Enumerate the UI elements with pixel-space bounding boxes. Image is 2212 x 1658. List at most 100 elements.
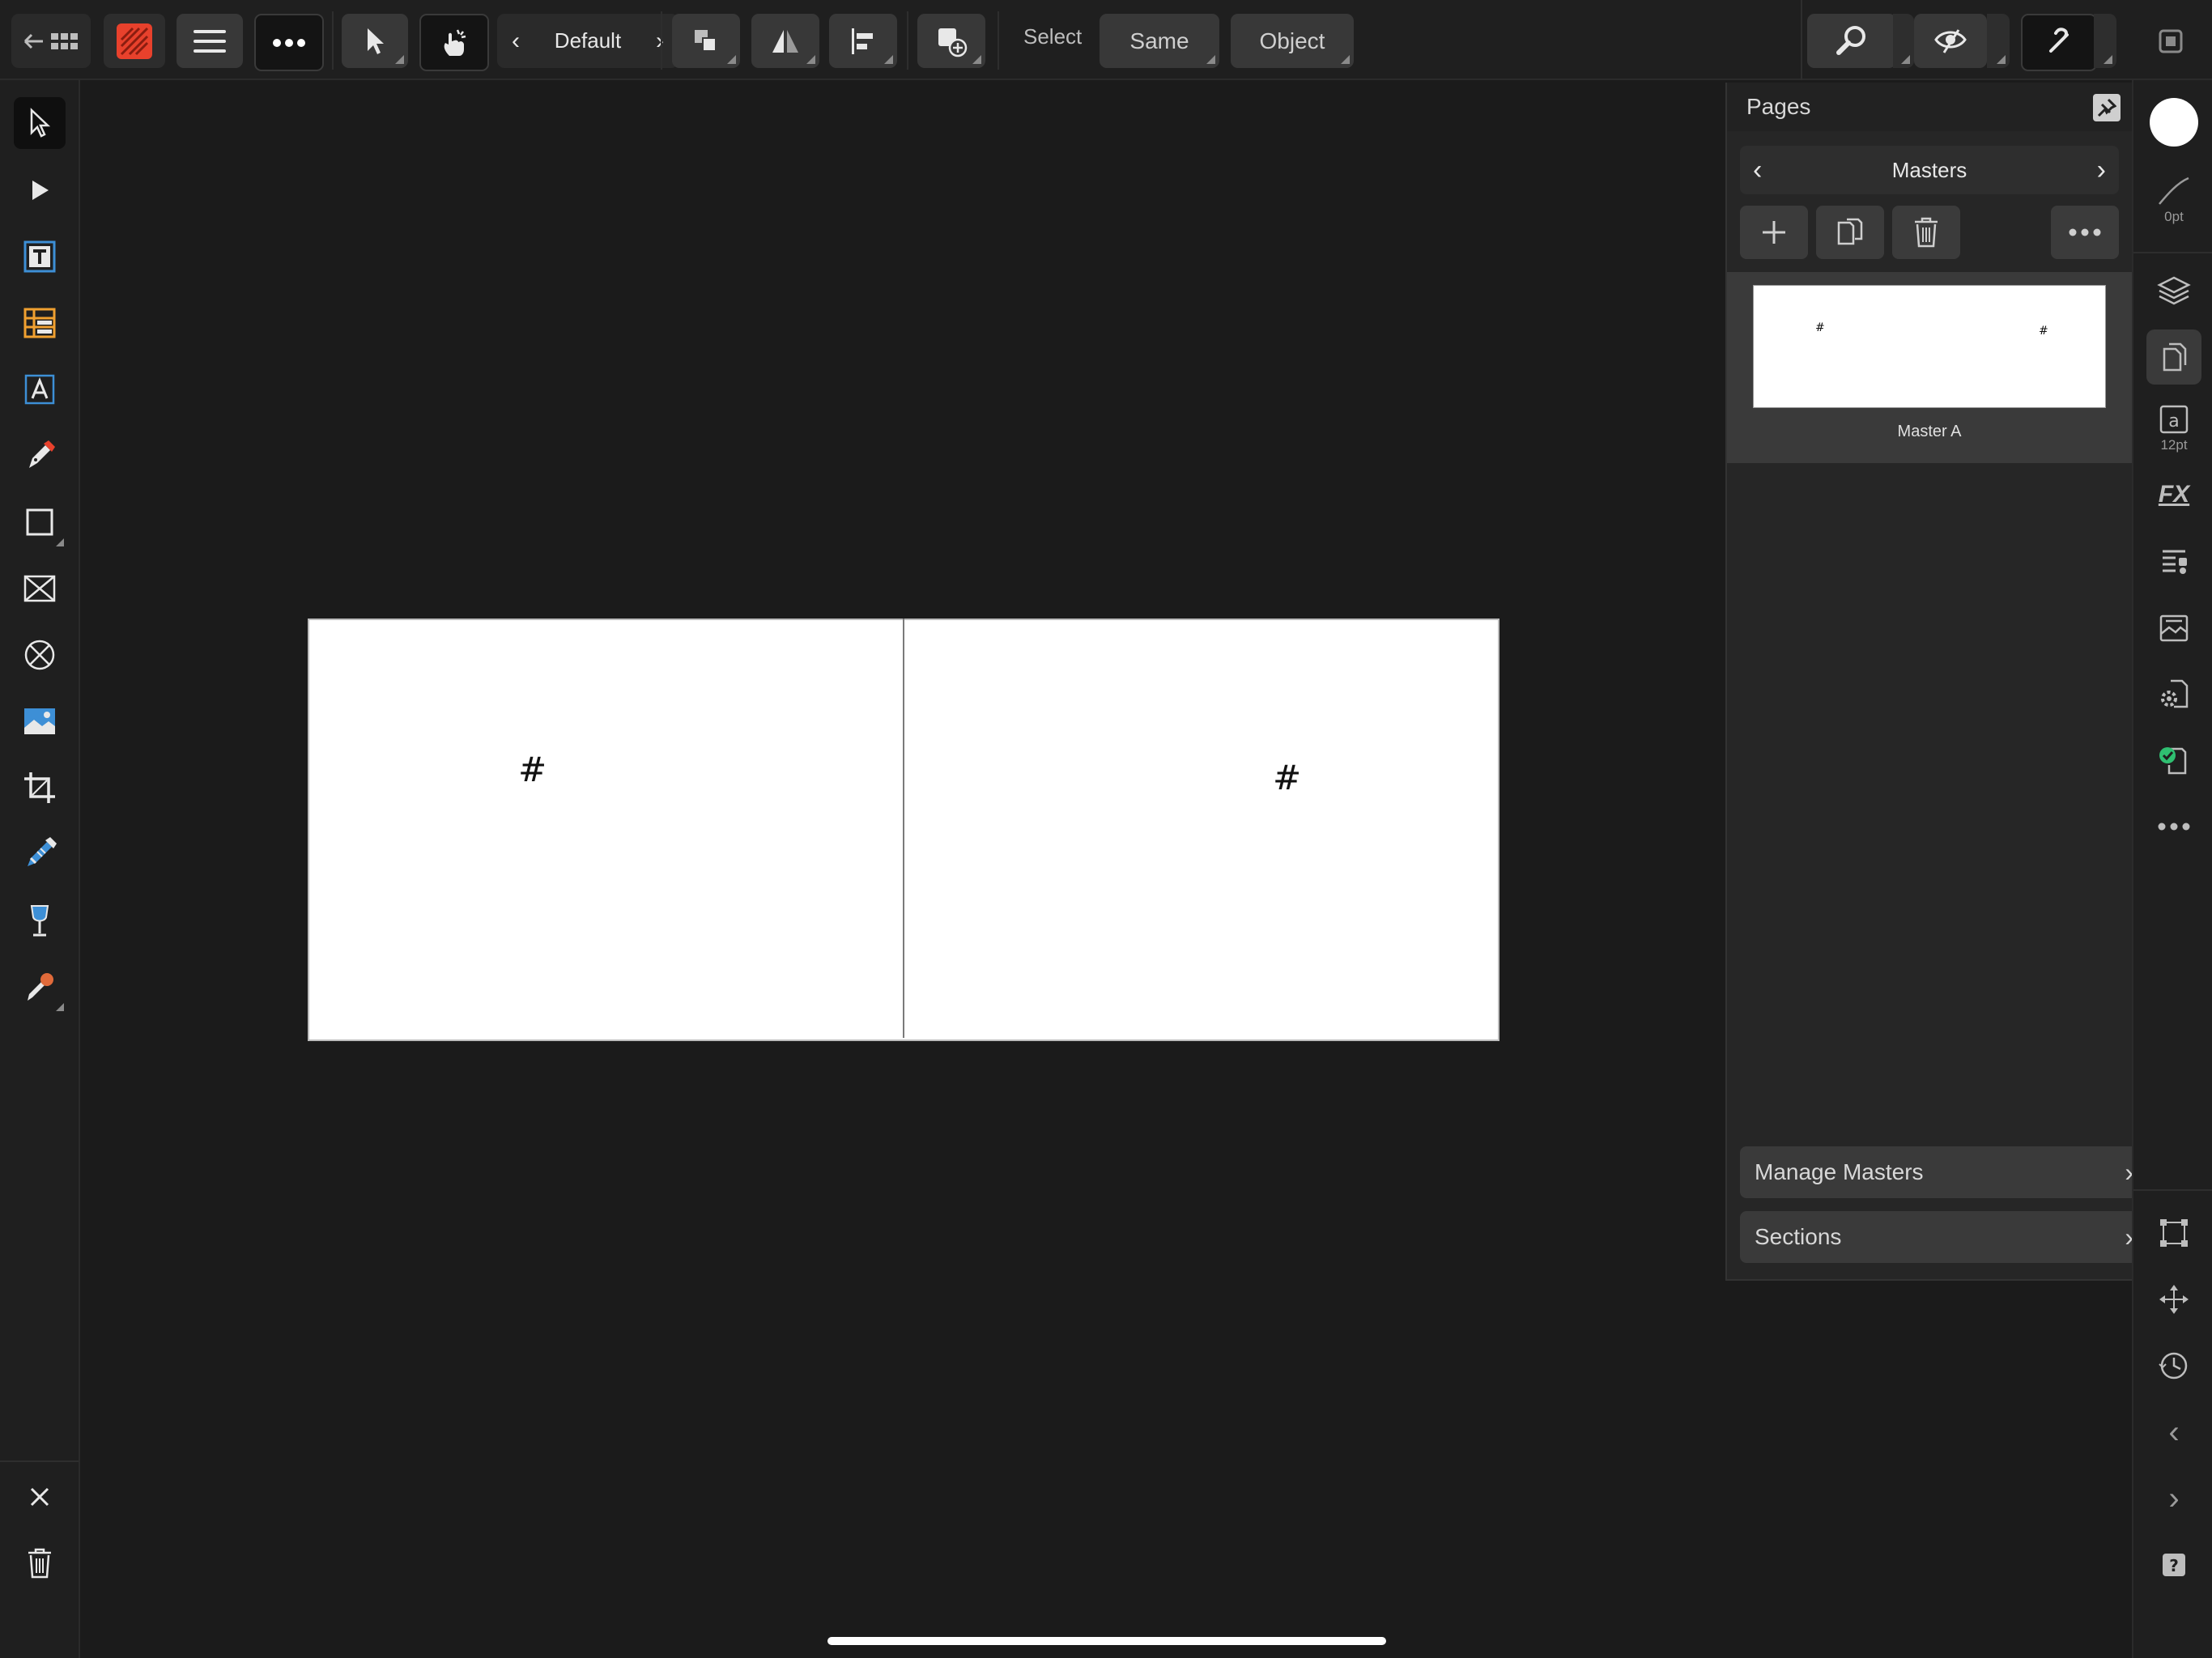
ellipse-frame-tool[interactable] [14, 629, 66, 681]
help-icon: ? [2163, 1554, 2185, 1576]
page-number-field[interactable]: # [1273, 758, 1301, 797]
select-label: Select [1023, 24, 1083, 49]
character-studio-button[interactable]: a 12pt [2146, 396, 2201, 461]
navigator-studio-button[interactable] [2146, 1272, 2201, 1327]
transparency-tool[interactable] [14, 828, 66, 880]
more-options-button[interactable] [254, 14, 324, 71]
preflight-button[interactable] [2146, 733, 2201, 788]
table-tool[interactable] [14, 297, 66, 349]
select-object-button[interactable]: Object [1231, 14, 1354, 68]
frame-text-icon [23, 240, 56, 273]
back-grid-icon [23, 32, 78, 49]
left-page[interactable]: # [308, 619, 906, 1041]
insert-button[interactable] [917, 14, 985, 68]
rectangle-icon [26, 508, 53, 536]
fill-color-well[interactable] [2146, 95, 2201, 150]
snapping-button[interactable] [2021, 14, 2097, 71]
menu-button[interactable] [177, 14, 243, 68]
page-number-field[interactable]: # [518, 750, 547, 789]
frame-text-tool[interactable] [14, 231, 66, 283]
transform-studio-button[interactable] [2146, 1205, 2201, 1261]
touch-mode-button[interactable] [419, 14, 489, 71]
effects-studio-button[interactable]: FX [2146, 467, 2201, 522]
delete-button[interactable] [14, 1537, 66, 1589]
magnet-icon [2049, 27, 2069, 53]
flip-button[interactable] [751, 14, 819, 68]
pen-tool[interactable] [14, 430, 66, 482]
chevron-left-icon[interactable]: ‹ [512, 28, 520, 55]
table-icon [23, 308, 56, 338]
vector-crop-tool[interactable] [14, 895, 66, 946]
ellipsis-icon [273, 38, 305, 47]
trash-icon [1915, 217, 1938, 248]
pages-panel-header: Pages [1727, 83, 2132, 131]
align-button[interactable] [829, 14, 897, 68]
node-tool[interactable] [14, 164, 66, 216]
magnifier-icon [1836, 25, 1865, 55]
place-image-tool[interactable] [14, 695, 66, 747]
flip-icon [772, 29, 798, 53]
view-preset-label: Default [554, 28, 622, 53]
rectangle-tool[interactable] [14, 496, 66, 548]
document-setup-button[interactable] [2146, 666, 2201, 721]
more-studios-button[interactable] [2146, 799, 2201, 854]
cursor-arrow-icon [368, 28, 384, 54]
image-icon [24, 708, 55, 734]
ellipsis-icon [2069, 228, 2101, 236]
app-persona-button[interactable] [104, 14, 165, 68]
home-indicator[interactable] [827, 1637, 1386, 1645]
delete-master-button[interactable] [1892, 206, 1960, 259]
right-page[interactable]: # [904, 619, 1499, 1041]
add-master-button[interactable] [1740, 206, 1808, 259]
next-section-icon[interactable]: › [2097, 155, 2106, 186]
text-size-label: 12pt [2160, 437, 2188, 453]
resources-icon [2159, 614, 2189, 642]
previous-section-icon[interactable]: ‹ [1753, 155, 1762, 186]
select-same-button[interactable]: Same [1100, 14, 1219, 68]
ellipse-frame-icon [24, 640, 55, 670]
eye-hidden-icon [1934, 28, 1967, 53]
layers-studio-button[interactable] [2146, 263, 2201, 318]
history-icon [2159, 1352, 2188, 1380]
arrange-button[interactable] [672, 14, 740, 68]
split-view-button[interactable] [2146, 14, 2196, 68]
selection-mode-button[interactable] [342, 14, 408, 68]
pin-panel-button[interactable] [2093, 94, 2121, 121]
history-studio-button[interactable] [2146, 1338, 2201, 1393]
snapping-options-button[interactable] [2094, 14, 2116, 68]
move-tool[interactable] [14, 97, 66, 149]
pages-panel: Pages ‹ Masters › # # Master A Manage Ma… [1725, 83, 2148, 1281]
cancel-button[interactable] [14, 1471, 66, 1523]
pages-studio-button[interactable] [2146, 329, 2201, 385]
view-preset-selector[interactable]: ‹ Default › [497, 14, 678, 68]
character-icon: a [2159, 405, 2189, 434]
help-button[interactable]: ? [2146, 1537, 2201, 1592]
manage-masters-button[interactable]: Manage Masters › [1740, 1146, 2148, 1198]
undo-button[interactable]: ‹ [2146, 1405, 2201, 1460]
view-mode-button[interactable] [1914, 14, 1987, 68]
gradient-brush-icon [28, 837, 57, 866]
add-object-icon [938, 28, 968, 57]
zoom-options-button[interactable] [1893, 14, 1914, 68]
svg-text:a: a [2168, 411, 2179, 432]
master-options-button[interactable] [2051, 206, 2119, 259]
artistic-text-tool[interactable] [14, 363, 66, 415]
crop-tool[interactable] [14, 762, 66, 814]
zoom-button[interactable] [1807, 14, 1896, 68]
resource-manager-button[interactable] [2146, 600, 2201, 655]
color-picker-tool[interactable] [14, 961, 66, 1013]
chevron-right-icon[interactable]: › [656, 28, 664, 55]
stroke-width-control[interactable]: 0pt [2146, 161, 2201, 239]
duplicate-master-button[interactable] [1816, 206, 1884, 259]
navigator-icon [2159, 1285, 2189, 1314]
documents-back-button[interactable] [11, 14, 91, 68]
sections-button[interactable]: Sections › [1740, 1211, 2148, 1263]
publisher-logo-icon [117, 23, 152, 59]
studio-bar: 0pt a 12pt FX ‹ › ? [2132, 80, 2212, 1658]
text-styles-studio-button[interactable] [2146, 534, 2201, 589]
picture-frame-tool[interactable] [14, 563, 66, 614]
redo-button[interactable]: › [2146, 1471, 2201, 1526]
select-object-label: Object [1259, 28, 1325, 53]
view-mode-options-button[interactable] [1987, 14, 2010, 68]
master-thumbnail-item[interactable]: # # Master A [1727, 272, 2132, 463]
